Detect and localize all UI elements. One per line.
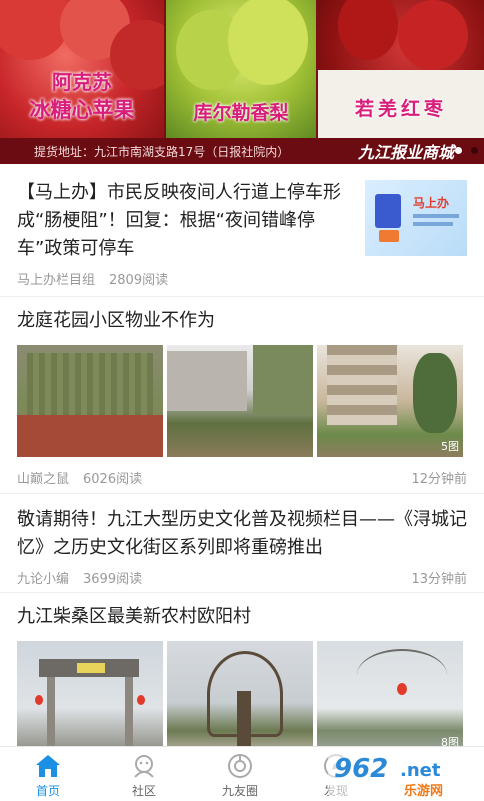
banner-panel-line1: 阿克苏: [52, 70, 112, 94]
tab-label: 九友圈: [221, 784, 258, 798]
tab-home[interactable]: 首页: [0, 747, 96, 801]
article-time: 13分钟前: [411, 572, 467, 587]
article-title: 龙庭花园小区物业不作为: [17, 310, 215, 331]
pickup-address: 提货地址：九江市南湖支路17号（日报社院内）: [34, 145, 290, 159]
banner-info-bar: 提货地址：九江市南湖支路17号（日报社院内） 九江报业商城: [0, 138, 484, 164]
article-source: 九论小编: [17, 572, 70, 587]
home-icon: [36, 755, 60, 777]
article-image: 5图: [317, 345, 463, 457]
article-source: 山巅之鼠: [17, 472, 70, 487]
article-reads: 2809阅读: [109, 273, 169, 288]
watermark-text: 乐游网: [404, 784, 444, 799]
article-title: 敬请期待！九江大型历史文化普及视频栏目——《浔城记忆》之历史文化街区系列即将重磅…: [17, 509, 467, 558]
article-item[interactable]: 敬请期待！九江大型历史文化普及视频栏目——《浔城记忆》之历史文化街区系列即将重磅…: [0, 494, 484, 592]
article-meta: 马上办栏目组 2809阅读: [17, 269, 182, 288]
watermark-number: 962: [334, 754, 389, 784]
article-image: 8图: [317, 641, 463, 746]
article-meta: 九论小编 3699阅读: [17, 568, 156, 587]
article-item[interactable]: 龙庭花园小区物业不作为 5图 山巅之鼠 6026阅读 12分钟前: [0, 297, 484, 493]
brand-logo-text: 九江报业商城: [357, 143, 454, 162]
article-thumbnail: 马上办: [365, 180, 467, 256]
tab-circle[interactable]: 九友圈: [192, 747, 288, 801]
banner-panel-apple[interactable]: 阿克苏 冰糖心苹果: [0, 0, 164, 138]
article-meta: 山巅之鼠 6026阅读: [17, 468, 156, 487]
tab-label: 首页: [35, 784, 60, 798]
banner-panel-line2: 冰糖心苹果: [29, 98, 135, 122]
article-title: 九江柴桑区最美新农村欧阳村: [17, 606, 251, 627]
banner-carousel[interactable]: 阿克苏 冰糖心苹果 库尔勒香梨 若羌红枣 提货地址：九江市南湖支路17号（日报社…: [0, 0, 484, 164]
jujube-image: [338, 0, 398, 60]
article-item[interactable]: 九江柴桑区最美新农村欧阳村 8图: [0, 593, 484, 746]
watermark-domain: .net: [400, 760, 441, 781]
image-count-badge: 8图: [441, 736, 459, 746]
community-icon: [134, 755, 154, 778]
carousel-dot-active[interactable]: [455, 147, 462, 154]
banner-panel-pear[interactable]: 库尔勒香梨: [166, 0, 316, 138]
article-image: [167, 641, 313, 746]
carousel-dot[interactable]: [471, 147, 478, 154]
article-reads: 6026阅读: [83, 472, 143, 487]
circle-icon: [228, 754, 252, 778]
article-item[interactable]: 【马上办】市民反映夜间人行道上停车形成“肠梗阻”！回复：根据“夜间错峰停车”政策…: [0, 164, 484, 296]
article-source: 马上办栏目组: [17, 273, 96, 288]
image-count-badge: 5图: [441, 440, 459, 453]
article-image: [17, 641, 163, 746]
article-title: 【马上办】市民反映夜间人行道上停车形成“肠梗阻”！回复：根据“夜间错峰停车”政策…: [17, 182, 341, 259]
article-image: [17, 345, 163, 457]
article-reads: 3699阅读: [83, 572, 143, 587]
article-time: 12分钟前: [411, 472, 467, 487]
tab-label: 社区: [131, 784, 156, 798]
thumbnail-text: 马上办: [413, 196, 450, 210]
banner-panel-line1: 若羌红枣: [354, 98, 447, 120]
banner-panel-jujube[interactable]: 若羌红枣: [318, 0, 484, 138]
site-watermark: 962 .net 乐游网: [328, 752, 478, 799]
tab-community[interactable]: 社区: [96, 747, 192, 801]
article-image: [167, 345, 313, 457]
banner-panel-line1: 库尔勒香梨: [193, 102, 289, 124]
